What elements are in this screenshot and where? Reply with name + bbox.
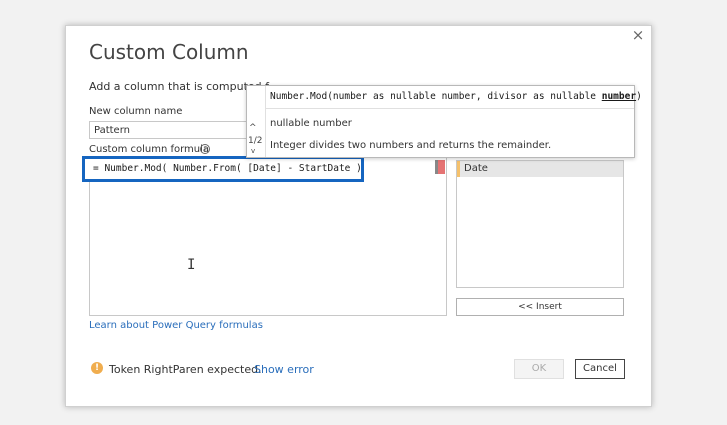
info-icon[interactable]: i — [200, 144, 210, 154]
tooltip-nav — [247, 86, 266, 157]
custom-column-formula-label: Custom column formula — [89, 144, 210, 155]
cancel-button[interactable]: Cancel — [575, 359, 625, 379]
insert-button[interactable]: << Insert — [456, 298, 624, 316]
ok-button[interactable]: OK — [514, 359, 564, 379]
signature-end: ) — [636, 91, 642, 102]
function-description: Integer divides two numbers and returns … — [270, 140, 552, 151]
overload-counter: 1/2 — [248, 136, 263, 146]
text-cursor-icon: I — [187, 257, 196, 273]
dialog-subtitle: Add a column that is computed f — [89, 80, 270, 93]
signature-current-param: number — [601, 91, 637, 102]
formula-text[interactable]: = Number.Mod( Number.From( [Date] - Star… — [93, 163, 362, 174]
warning-icon: ! — [91, 362, 103, 374]
list-item[interactable]: Date — [457, 161, 623, 177]
error-message: Token RightParen expected. — [109, 363, 262, 376]
available-columns-list[interactable] — [456, 160, 624, 288]
chevron-up-icon[interactable]: ^ — [249, 123, 257, 133]
learn-formulas-link[interactable]: Learn about Power Query formulas — [89, 320, 263, 331]
tooltip-divider — [266, 108, 634, 109]
editor-scroll-thumb[interactable] — [435, 160, 438, 174]
signature-text: Number.Mod(number as nullable number, di… — [270, 91, 602, 102]
new-column-name-label: New column name — [89, 106, 183, 117]
function-signature: Number.Mod(number as nullable number, di… — [270, 91, 642, 102]
dialog-title: Custom Column — [89, 40, 249, 64]
show-error-link[interactable]: Show error — [254, 363, 314, 376]
close-icon[interactable]: × — [630, 26, 646, 44]
return-type: nullable number — [270, 118, 352, 129]
chevron-down-icon[interactable]: v — [251, 147, 255, 155]
new-column-name-input[interactable]: Pattern — [89, 121, 249, 139]
